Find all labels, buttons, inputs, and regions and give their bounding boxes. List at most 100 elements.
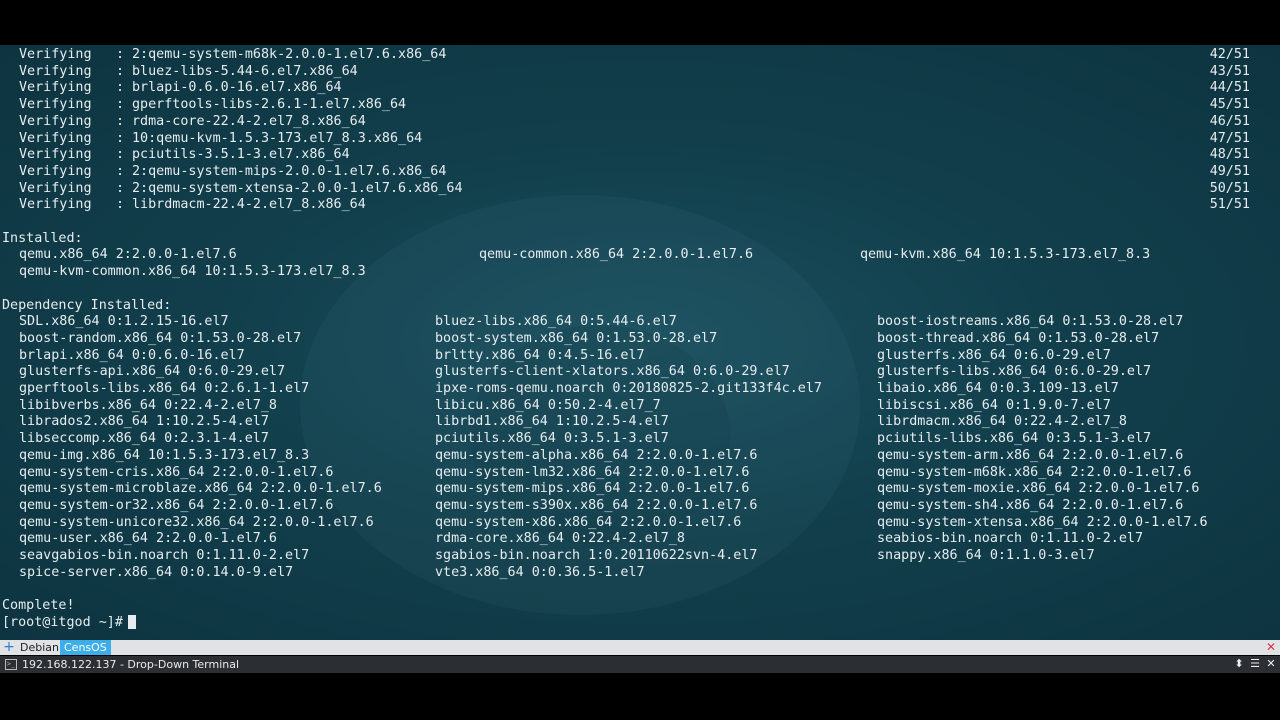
window-titlebar: >_ 192.168.122.137 - Drop-Down Terminal … bbox=[0, 656, 1280, 673]
plus-icon[interactable]: + bbox=[2, 640, 16, 655]
installed-header: Installed: bbox=[2, 230, 83, 246]
dependency-package: qemu-system-cris.x86_64 2:2.0.0-1.el7.6 bbox=[19, 464, 334, 480]
terminal-output[interactable]: Verifying:2:qemu-system-m68k-2.0.0-1.el7… bbox=[0, 45, 1280, 640]
dependency-package: brltty.x86_64 0:4.5-16.el7 bbox=[435, 347, 645, 363]
dependency-package: SDL.x86_64 0:1.2.15-16.el7 bbox=[19, 314, 229, 330]
dependency-package: seabios-bin.noarch 0:1.11.0-2.el7 bbox=[877, 531, 1144, 547]
verify-label: Verifying bbox=[19, 197, 92, 213]
installed-package: qemu.x86_64 2:2.0.0-1.el7.6 bbox=[19, 247, 237, 263]
dependency-package: qemu-system-unicore32.x86_64 2:2.0.0-1.e… bbox=[19, 514, 374, 530]
verify-label: Verifying bbox=[19, 47, 92, 62]
dependency-package: qemu-img.x86_64 10:1.5.3-173.el7_8.3 bbox=[19, 447, 310, 463]
scrollbar[interactable] bbox=[1272, 95, 1275, 640]
dependency-package: bluez-libs.x86_64 0:5.44-6.el7 bbox=[435, 314, 677, 330]
dependency-package: librdmacm.x86_64 0:22.4-2.el7_8 bbox=[877, 414, 1127, 430]
verify-package: 2:qemu-system-m68k-2.0.0-1.el7.6.x86_64 bbox=[132, 47, 447, 62]
verify-colon: : bbox=[116, 180, 125, 196]
verify-colon: : bbox=[116, 97, 125, 113]
verify-label: Verifying bbox=[19, 130, 92, 146]
dependency-package: seavgabios-bin.noarch 0:1.11.0-2.el7 bbox=[19, 548, 310, 563]
close-icon[interactable]: ✕ bbox=[1264, 657, 1278, 671]
dependency-package: boost-system.x86_64 0:1.53.0-28.el7 bbox=[435, 330, 718, 346]
dependency-package: qemu-system-or32.x86_64 2:2.0.0-1.el7.6 bbox=[19, 497, 334, 513]
verify-label: Verifying bbox=[19, 97, 92, 113]
verify-package: rdma-core-22.4-2.el7_8.x86_64 bbox=[132, 113, 366, 129]
verify-colon: : bbox=[116, 130, 125, 146]
verify-package: 2:qemu-system-mips-2.0.0-1.el7.6.x86_64 bbox=[132, 163, 447, 179]
verify-colon: : bbox=[116, 147, 125, 163]
dependency-package: qemu-system-mips.x86_64 2:2.0.0-1.el7.6 bbox=[435, 481, 750, 497]
verify-count: 48/51 bbox=[1209, 147, 1250, 163]
verify-colon: : bbox=[116, 163, 125, 179]
dependency-package: qemu-system-sh4.x86_64 2:2.0.0-1.el7.6 bbox=[877, 497, 1184, 513]
pin-icon[interactable]: ⬍ bbox=[1232, 657, 1246, 671]
verify-package: pciutils-3.5.1-3.el7.x86_64 bbox=[132, 147, 350, 163]
dependency-package: snappy.x86_64 0:1.1.0-3.el7 bbox=[877, 548, 1095, 563]
verify-count: 42/51 bbox=[1209, 47, 1250, 62]
close-icon[interactable]: ✕ bbox=[1266, 640, 1276, 655]
verify-label: Verifying bbox=[19, 80, 92, 96]
verify-count: 43/51 bbox=[1209, 63, 1250, 79]
verify-label: Verifying bbox=[19, 180, 92, 196]
dependency-package: boost-random.x86_64 0:1.53.0-28.el7 bbox=[19, 330, 302, 346]
tab-censos[interactable]: CensOS bbox=[60, 640, 111, 655]
installed-package: qemu-kvm.x86_64 10:1.5.3-173.el7_8.3 bbox=[860, 247, 1151, 263]
verify-count: 49/51 bbox=[1209, 163, 1250, 179]
dependency-package: libibverbs.x86_64 0:22.4-2.el7_8 bbox=[19, 397, 277, 413]
verify-count: 45/51 bbox=[1209, 97, 1250, 113]
dependency-package: glusterfs-libs.x86_64 0:6.0-29.el7 bbox=[877, 364, 1152, 380]
verify-colon: : bbox=[116, 80, 125, 96]
installed-package: qemu-kvm-common.x86_64 10:1.5.3-173.el7_… bbox=[19, 264, 366, 280]
dependency-package: spice-server.x86_64 0:0.14.0-9.el7 bbox=[19, 564, 294, 580]
dependency-package: libaio.x86_64 0:0.3.109-13.el7 bbox=[877, 381, 1119, 396]
dependency-package: gperftools-libs.x86_64 0:2.6.1-1.el7 bbox=[19, 381, 310, 396]
dependency-package: boost-iostreams.x86_64 0:1.53.0-28.el7 bbox=[877, 314, 1184, 330]
shell-prompt: [root@itgod ~]# bbox=[2, 614, 136, 631]
dependency-package: qemu-system-lm32.x86_64 2:2.0.0-1.el7.6 bbox=[435, 464, 750, 480]
verify-package: gperftools-libs-2.6.1-1.el7.x86_64 bbox=[132, 97, 407, 113]
verify-count: 50/51 bbox=[1209, 180, 1250, 196]
dependency-package: libicu.x86_64 0:50.2-4.el7_7 bbox=[435, 397, 661, 413]
dependency-package: sgabios-bin.noarch 1:0.20110622svn-4.el7 bbox=[435, 548, 758, 563]
text-cursor bbox=[127, 614, 136, 629]
dependency-package: libseccomp.x86_64 0:2.3.1-4.el7 bbox=[19, 431, 269, 447]
dependency-package: librbd1.x86_64 1:10.2.5-4.el7 bbox=[435, 414, 669, 430]
dependency-package: boost-thread.x86_64 0:1.53.0-28.el7 bbox=[877, 330, 1160, 346]
verify-count: 51/51 bbox=[1209, 197, 1250, 213]
terminal-icon: >_ bbox=[5, 659, 17, 670]
verify-package: brlapi-0.6.0-16.el7.x86_64 bbox=[132, 80, 342, 96]
verify-label: Verifying bbox=[19, 113, 92, 129]
dependency-package: vte3.x86_64 0:0.36.5-1.el7 bbox=[435, 564, 645, 580]
verify-package: bluez-libs-5.44-6.el7.x86_64 bbox=[132, 63, 358, 79]
dependency-package: pciutils-libs.x86_64 0:3.5.1-3.el7 bbox=[877, 431, 1152, 447]
verify-package: 10:qemu-kvm-1.5.3-173.el7_8.3.x86_64 bbox=[132, 130, 423, 146]
dependency-package: pciutils.x86_64 0:3.5.1-3.el7 bbox=[435, 431, 669, 447]
dependency-package: qemu-user.x86_64 2:2.0.0-1.el7.6 bbox=[19, 531, 277, 547]
complete-message: Complete! bbox=[2, 598, 75, 614]
verify-label: Verifying bbox=[19, 63, 92, 79]
dependency-package: qemu-system-xtensa.x86_64 2:2.0.0-1.el7.… bbox=[877, 514, 1208, 530]
dependency-package: glusterfs-client-xlators.x86_64 0:6.0-29… bbox=[435, 364, 790, 380]
dependency-package: rdma-core.x86_64 0:22.4-2.el7_8 bbox=[435, 531, 685, 547]
verify-package: 2:qemu-system-xtensa-2.0.0-1.el7.6.x86_6… bbox=[132, 180, 463, 196]
verify-count: 47/51 bbox=[1209, 130, 1250, 146]
verify-count: 44/51 bbox=[1209, 80, 1250, 96]
verify-colon: : bbox=[116, 47, 125, 62]
dependency-package: ipxe-roms-qemu.noarch 0:20180825-2.git13… bbox=[435, 381, 822, 396]
verify-count: 46/51 bbox=[1209, 113, 1250, 129]
verify-colon: : bbox=[116, 197, 125, 213]
dependency-package: qemu-system-s390x.x86_64 2:2.0.0-1.el7.6 bbox=[435, 497, 758, 513]
dependency-package: qemu-system-moxie.x86_64 2:2.0.0-1.el7.6 bbox=[877, 481, 1200, 497]
dependency-header: Dependency Installed: bbox=[2, 297, 172, 313]
dependency-package: qemu-system-x86.x86_64 2:2.0.0-1.el7.6 bbox=[435, 514, 742, 530]
dependency-package: librados2.x86_64 1:10.2.5-4.el7 bbox=[19, 414, 269, 430]
verify-colon: : bbox=[116, 63, 125, 79]
window-title: 192.168.122.137 - Drop-Down Terminal bbox=[22, 658, 240, 671]
tab-debian[interactable]: Debian bbox=[16, 640, 63, 655]
dependency-package: libiscsi.x86_64 0:1.9.0-7.el7 bbox=[877, 397, 1111, 413]
verify-label: Verifying bbox=[19, 147, 92, 163]
dependency-package: glusterfs.x86_64 0:6.0-29.el7 bbox=[877, 347, 1111, 363]
verify-colon: : bbox=[116, 113, 125, 129]
dependency-package: glusterfs-api.x86_64 0:6.0-29.el7 bbox=[19, 364, 286, 380]
menu-icon[interactable]: ☰ bbox=[1248, 657, 1262, 671]
